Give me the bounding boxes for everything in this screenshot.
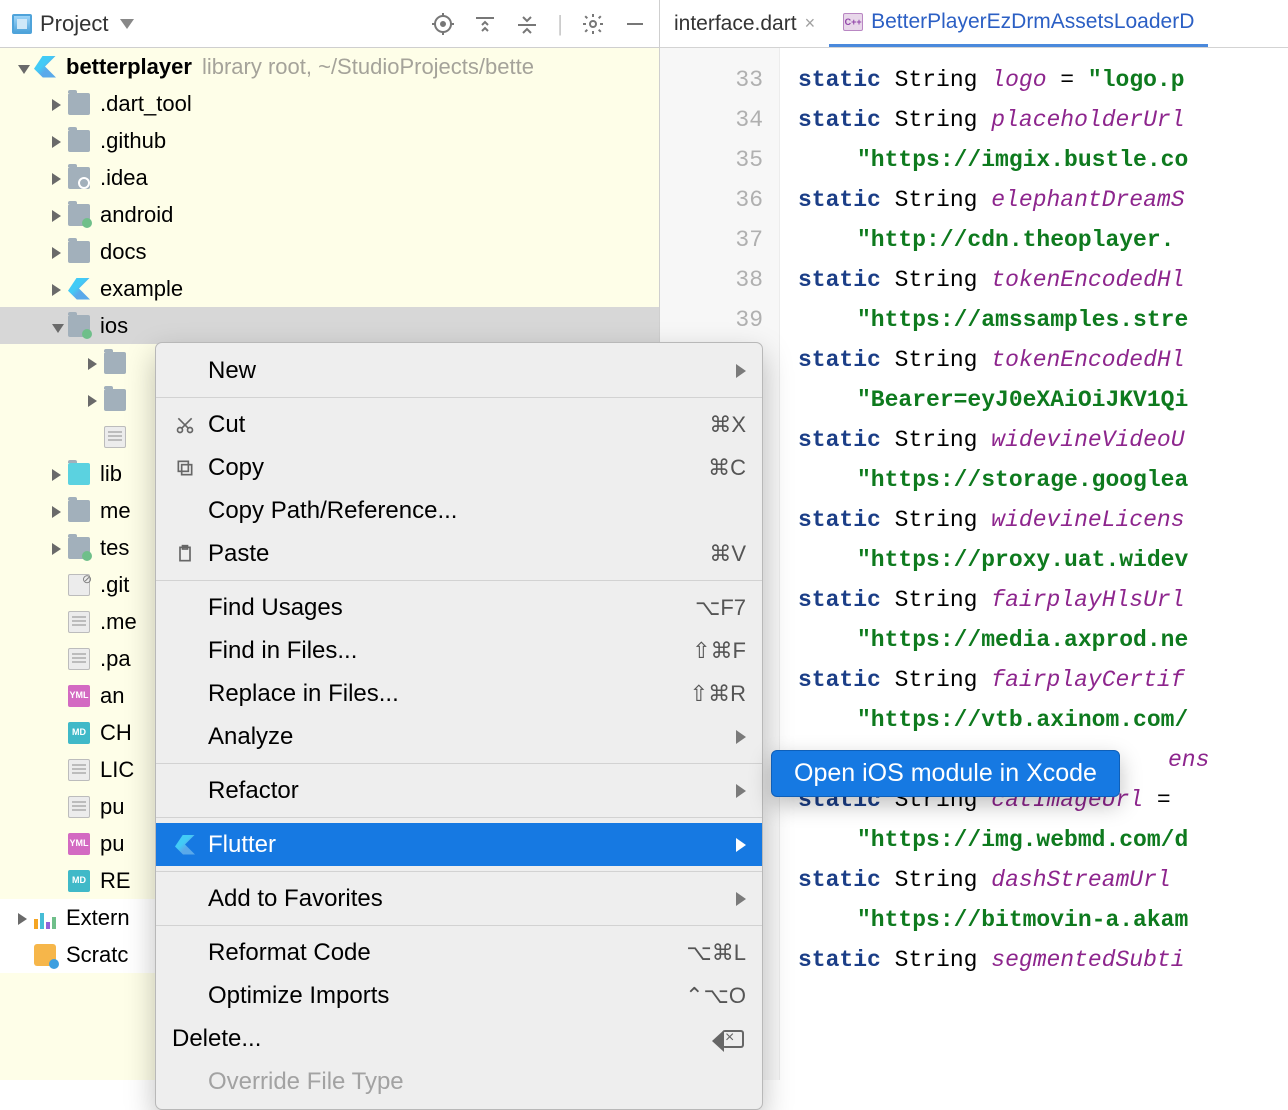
chevron-right-icon [736,784,746,798]
libraries-icon [34,907,56,929]
md-icon: MD [68,722,90,744]
shortcut: ⌘X [709,412,746,438]
folder-icon [68,463,90,485]
file-icon [68,648,90,670]
tree-item[interactable]: .github [0,122,659,159]
menu-item[interactable]: Find in Files...⇧⌘F [156,629,762,672]
menu-item[interactable]: Delete... [156,1017,762,1060]
folder-icon [68,537,90,559]
tree-item[interactable]: docs [0,233,659,270]
tree-item[interactable]: .dart_tool [0,85,659,122]
cut-icon [172,415,198,435]
tree-item[interactable]: example [0,270,659,307]
yaml-icon: YML [68,833,90,855]
tree-item[interactable]: .idea [0,159,659,196]
project-toolbar: Project | [0,0,659,48]
folder-icon [104,389,126,411]
delete-icon [720,1030,746,1048]
tree-root[interactable]: betterplayer library root, ~/StudioProje… [0,48,659,85]
project-icon [12,14,32,34]
menu-item[interactable]: Replace in Files...⇧⌘R [156,672,762,715]
project-title: Project [40,11,108,37]
file-icon [68,611,90,633]
shortcut: ⌥F7 [695,595,746,621]
folder-icon [68,500,90,522]
chevron-right-icon [736,892,746,906]
tab-label: BetterPlayerEzDrmAssetsLoaderD [871,10,1194,34]
scratches-icon [34,944,56,966]
tab-label: interface.dart [674,12,797,36]
target-icon[interactable] [431,12,455,36]
gear-icon[interactable] [581,12,605,36]
gitignore-icon [68,574,90,596]
tab-active[interactable]: C++ BetterPlayerEzDrmAssetsLoaderD [829,0,1208,47]
menu-item[interactable]: Flutter [156,823,762,866]
root-hint: library root, ~/StudioProjects/bette [202,48,534,85]
menu-item[interactable]: Copy Path/Reference... [156,489,762,532]
menu-item: Override File Type [156,1060,762,1103]
close-icon[interactable]: × [805,13,816,34]
menu-item[interactable]: Cut⌘X [156,403,762,446]
shortcut: ⌃⌥O [685,983,746,1009]
file-icon [68,796,90,818]
shortcut: ⌘C [708,455,746,481]
shortcut: ⇧⌘F [692,638,746,664]
shortcut: ⇧⌘R [690,681,746,707]
tab[interactable]: interface.dart × [660,0,829,47]
folder-icon [68,241,90,263]
editor-tabs: interface.dart × C++ BetterPlayerEzDrmAs… [660,0,1288,48]
folder-icon [68,167,90,189]
menu-item[interactable]: Copy⌘C [156,446,762,489]
file-icon [104,426,126,448]
folder-icon [68,130,90,152]
file-icon [68,759,90,781]
flutter-icon [34,56,56,78]
menu-item[interactable]: Analyze [156,715,762,758]
paste-icon [172,544,198,564]
folder-icon [68,315,90,337]
yaml-icon: YML [68,685,90,707]
chevron-right-icon [736,730,746,744]
menu-item[interactable]: Paste⌘V [156,532,762,575]
flutter-icon [172,835,198,855]
cpp-icon: C++ [843,13,863,31]
menu-item[interactable]: Add to Favorites [156,877,762,920]
folder-icon [68,93,90,115]
menu-item[interactable]: Optimize Imports⌃⌥O [156,974,762,1017]
menu-item[interactable]: Find Usages⌥F7 [156,586,762,629]
chevron-right-icon [736,838,746,852]
shortcut: ⌥⌘L [686,940,746,966]
project-view-selector[interactable]: Project [12,11,134,37]
folder-icon [104,352,126,374]
chevron-down-icon [120,19,134,29]
md-icon: MD [68,870,90,892]
shortcut: ⌘V [709,541,746,567]
context-menu: New Cut⌘XCopy⌘CCopy Path/Reference...Past… [155,342,763,1110]
chevron-right-icon [736,364,746,378]
tree-item-selected[interactable]: ios [0,307,659,344]
collapse-all-icon[interactable] [515,12,539,36]
menu-item[interactable]: Refactor [156,769,762,812]
root-name: betterplayer [66,48,192,85]
folder-icon [68,204,90,226]
code-area[interactable]: static String logo = "logo.pstatic Strin… [780,48,1288,1080]
submenu-item[interactable]: Open iOS module in Xcode [771,750,1120,797]
menu-item[interactable]: New [156,349,762,392]
flutter-icon [68,278,90,300]
minimize-icon[interactable] [623,12,647,36]
tree-item[interactable]: android [0,196,659,233]
copy-icon [172,458,198,478]
menu-item[interactable]: Reformat Code⌥⌘L [156,931,762,974]
expand-all-icon[interactable] [473,12,497,36]
